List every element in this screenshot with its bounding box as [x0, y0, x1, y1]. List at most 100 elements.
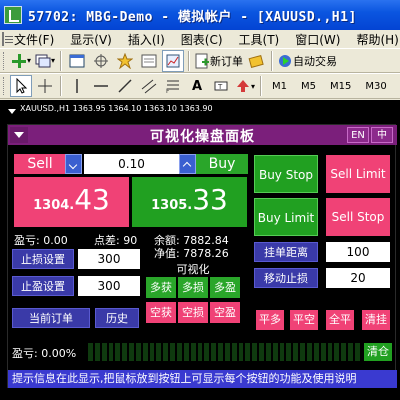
take-profit-button[interactable]: 止盈设置: [12, 276, 74, 296]
sell-button[interactable]: Sell: [14, 154, 66, 174]
new-order-button[interactable]: 新订单: [194, 50, 243, 72]
close-short-button[interactable]: 平空: [290, 310, 318, 330]
pnl-bar-segment: [313, 343, 319, 361]
visual-short-profit-button[interactable]: 空盈: [210, 302, 240, 323]
clear-pending-button[interactable]: 清挂: [362, 310, 390, 330]
pnl-bar-segment: [190, 343, 196, 361]
timeframe-m30[interactable]: M30: [359, 75, 392, 97]
svg-text:F: F: [166, 88, 170, 94]
expert-advisor-icon: [279, 54, 291, 67]
strategy-tester-button[interactable]: [162, 49, 184, 72]
pending-distance-input[interactable]: 100: [326, 242, 390, 262]
label-icon: T: [214, 81, 228, 91]
lot-increase-button[interactable]: [179, 154, 196, 174]
timeframe-m1[interactable]: M1: [266, 75, 293, 97]
timeframe-m15[interactable]: M15: [324, 75, 357, 97]
pnl-bar-segment: [231, 343, 237, 361]
crosshair-button[interactable]: [34, 75, 56, 97]
pnl-bar-segment: [238, 343, 244, 361]
close-all-button[interactable]: 清仓: [364, 343, 392, 361]
panel-title: 可视化操盘面板: [150, 129, 255, 145]
favorites-button[interactable]: [114, 50, 136, 72]
stop-loss-input[interactable]: 300: [78, 249, 140, 269]
metaeditor-button[interactable]: [245, 50, 267, 72]
trailing-stop-input[interactable]: 20: [326, 268, 390, 288]
standard-toolbar: ▾ ▾ 新订单 自动交易: [0, 48, 400, 73]
cursor-icon: [16, 78, 28, 94]
close-all-trades-button[interactable]: 全平: [326, 310, 354, 330]
text-button[interactable]: A: [186, 75, 208, 97]
market-watch-button[interactable]: [66, 50, 88, 72]
buy-stop-button[interactable]: Buy Stop: [254, 155, 318, 193]
pnl-bar-segment: [170, 343, 175, 361]
current-orders-button[interactable]: 当前订单: [12, 308, 90, 328]
chart-window[interactable]: XAUUSD.,H1 1363.95 1364.10 1363.10 1363.…: [0, 100, 400, 400]
visual-long-loss-button[interactable]: 多损: [178, 277, 208, 298]
pnl-bar-segment: [176, 343, 182, 361]
toolbar-grip: [3, 51, 6, 70]
auto-trading-button[interactable]: 自动交易: [277, 50, 337, 72]
buy-button[interactable]: Buy: [196, 154, 248, 174]
new-order-icon: [195, 53, 209, 68]
trailing-stop-button[interactable]: 移动止损: [254, 268, 318, 288]
fibonacci-button[interactable]: F: [162, 75, 184, 97]
horizontal-line-icon: [94, 85, 108, 87]
pnl-bar-segment: [108, 343, 114, 361]
menu-window[interactable]: 窗口(W): [287, 31, 348, 48]
trendline-button[interactable]: [114, 75, 136, 97]
close-long-button[interactable]: 平多: [256, 310, 284, 330]
profiles-button[interactable]: ▾: [34, 50, 56, 72]
sell-limit-button[interactable]: Sell Limit: [326, 155, 390, 193]
stop-loss-button[interactable]: 止损设置: [12, 249, 74, 269]
menu-charts[interactable]: 图表(C): [173, 31, 231, 48]
vertical-line-button[interactable]: [66, 75, 88, 97]
lot-size-input[interactable]: 0.10: [84, 154, 179, 174]
lot-decrease-button[interactable]: [65, 154, 82, 174]
menu-help[interactable]: 帮助(H): [348, 31, 400, 48]
tester-icon: [166, 54, 180, 67]
history-button[interactable]: 历史: [95, 308, 139, 328]
pnl-bar-segment: [204, 343, 210, 361]
label-button[interactable]: T: [210, 75, 232, 97]
pnl-bar-segment: [142, 343, 148, 361]
pnl-bar-segment: [279, 343, 285, 361]
lang-en-button[interactable]: EN: [347, 127, 369, 143]
chart-header: XAUUSD.,H1 1363.95 1364.10 1363.10 1363.…: [20, 104, 213, 113]
arrows-button[interactable]: ▾: [234, 75, 256, 97]
buy-price-fraction: 33: [192, 183, 228, 216]
timeframe-m5[interactable]: M5: [295, 75, 322, 97]
panel-title-bar: 可视化操盘面板 EN 中: [8, 125, 397, 145]
crosshair-icon: [94, 53, 108, 68]
new-chart-button[interactable]: ▾: [10, 50, 32, 72]
menu-view[interactable]: 显示(V): [62, 31, 120, 48]
menu-file[interactable]: 文件(F): [6, 31, 62, 48]
visual-short-get-button[interactable]: 空获: [146, 302, 176, 323]
pnl-bar-segment: [183, 343, 189, 361]
pnl-bar-segment: [149, 343, 155, 361]
sell-stop-button[interactable]: Sell Stop: [326, 198, 390, 236]
take-profit-input[interactable]: 300: [78, 276, 140, 296]
menu-tools[interactable]: 工具(T): [231, 31, 288, 48]
pending-distance-button[interactable]: 挂单距离: [254, 242, 318, 262]
horizontal-line-button[interactable]: [90, 75, 112, 97]
app-icon: [4, 6, 22, 24]
pnl-bar-segment: [115, 343, 121, 361]
channel-button[interactable]: [138, 75, 160, 97]
visual-long-get-button[interactable]: 多获: [146, 277, 176, 298]
equity-stat: 净值: 7878.26: [154, 247, 229, 260]
editor-icon: [248, 54, 264, 68]
menu-bar: 文件(F) 显示(V) 插入(I) 图表(C) 工具(T) 窗口(W) 帮助(H…: [0, 30, 400, 48]
sell-price-button[interactable]: 1304. 43: [14, 177, 129, 227]
menu-insert[interactable]: 插入(I): [120, 31, 173, 48]
cursor-button[interactable]: [10, 75, 32, 97]
navigator-button[interactable]: [90, 50, 112, 72]
buy-price-button[interactable]: 1305. 33: [132, 177, 247, 227]
document-icon[interactable]: [2, 32, 13, 46]
lang-zh-button[interactable]: 中: [371, 127, 393, 143]
visual-short-loss-button[interactable]: 空损: [178, 302, 208, 323]
pnl-bar-segment: [307, 343, 312, 361]
terminal-button[interactable]: [138, 50, 160, 72]
trade-panel: 可视化操盘面板 EN 中 Sell 0.10 Buy 1304. 43 1305…: [7, 124, 397, 388]
visual-long-profit-button[interactable]: 多盈: [210, 277, 240, 298]
buy-limit-button[interactable]: Buy Limit: [254, 198, 318, 236]
